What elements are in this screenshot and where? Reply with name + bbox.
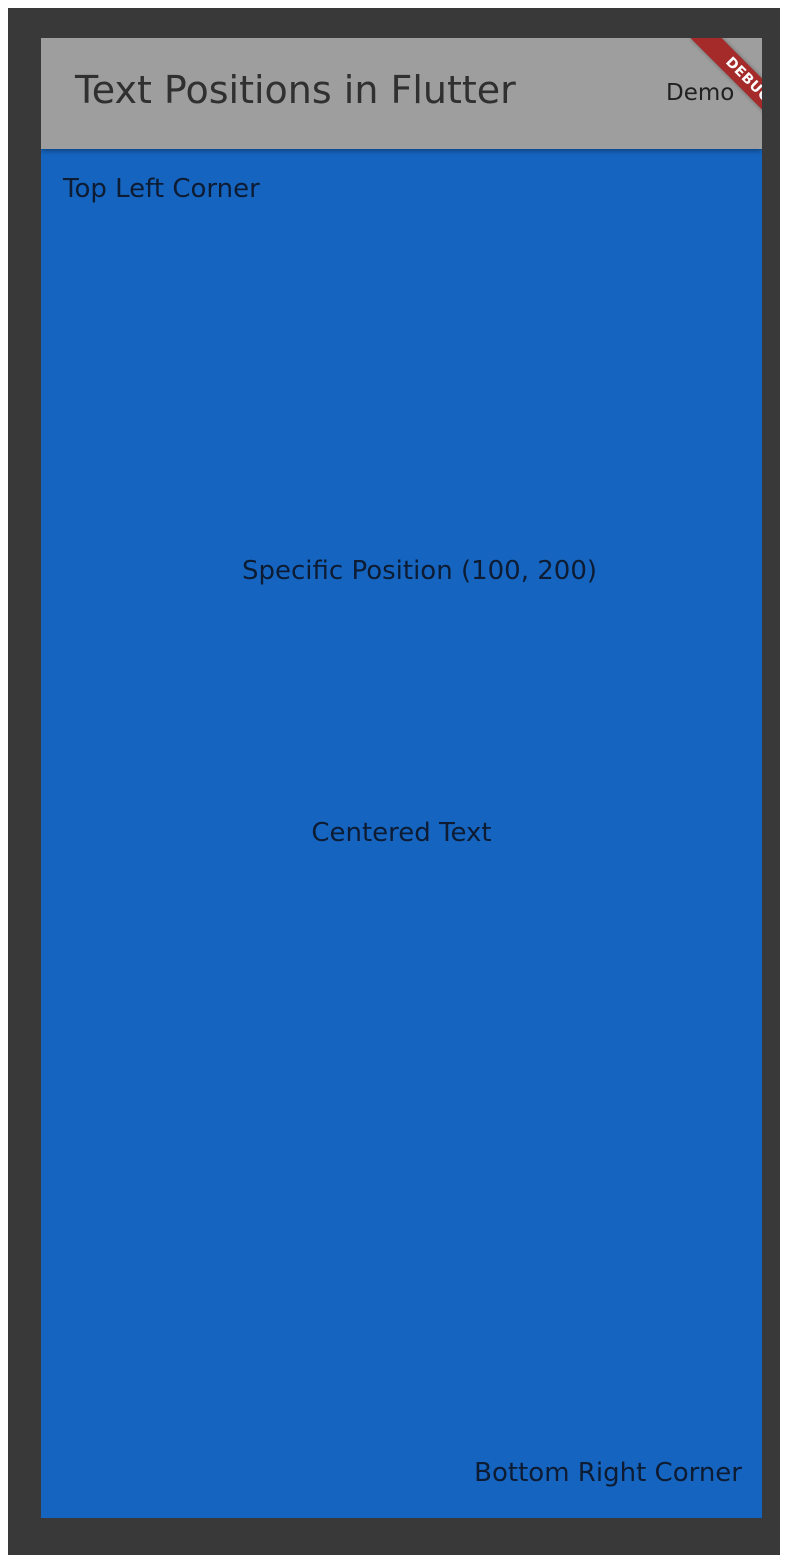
centered-text: Centered Text: [311, 818, 492, 848]
bottom-right-text: Bottom Right Corner: [474, 1458, 742, 1488]
device-frame: Text Positions in Flutter Demo DEBUG Top…: [8, 8, 780, 1555]
app-screen: Text Positions in Flutter Demo DEBUG Top…: [41, 38, 762, 1518]
app-bar-action[interactable]: Demo: [666, 78, 734, 108]
app-bar-title: Text Positions in Flutter: [75, 68, 516, 112]
top-left-text: Top Left Corner: [63, 174, 260, 204]
app-bar: Text Positions in Flutter Demo: [41, 38, 762, 149]
specific-position-text: Specific Position (100, 200): [242, 556, 598, 586]
